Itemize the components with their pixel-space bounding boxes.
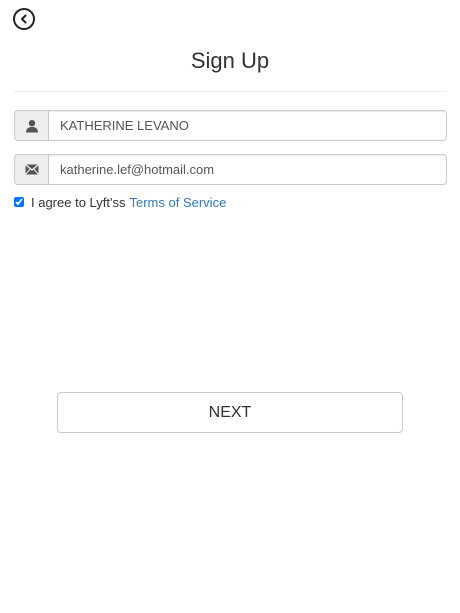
- chevron-left-icon: [21, 14, 27, 24]
- user-icon: [14, 110, 48, 141]
- back-button[interactable]: [13, 8, 35, 30]
- name-input-group: [14, 110, 447, 141]
- signup-page: Sign Up I agree to Lyft'ss Terms of Serv…: [0, 0, 460, 613]
- email-input-group: [14, 154, 447, 185]
- next-button[interactable]: NEXT: [57, 392, 403, 433]
- email-field[interactable]: [48, 154, 447, 185]
- envelope-icon: [14, 154, 48, 185]
- name-field[interactable]: [48, 110, 447, 141]
- terms-of-service-link[interactable]: Terms of Service: [130, 195, 227, 210]
- page-title: Sign Up: [190, 48, 270, 73]
- terms-checkbox[interactable]: [14, 197, 24, 207]
- terms-agreement: I agree to Lyft'ss Terms of Service: [14, 194, 226, 210]
- header-divider: [14, 91, 447, 92]
- terms-label: I agree to Lyft'ss: [31, 194, 126, 210]
